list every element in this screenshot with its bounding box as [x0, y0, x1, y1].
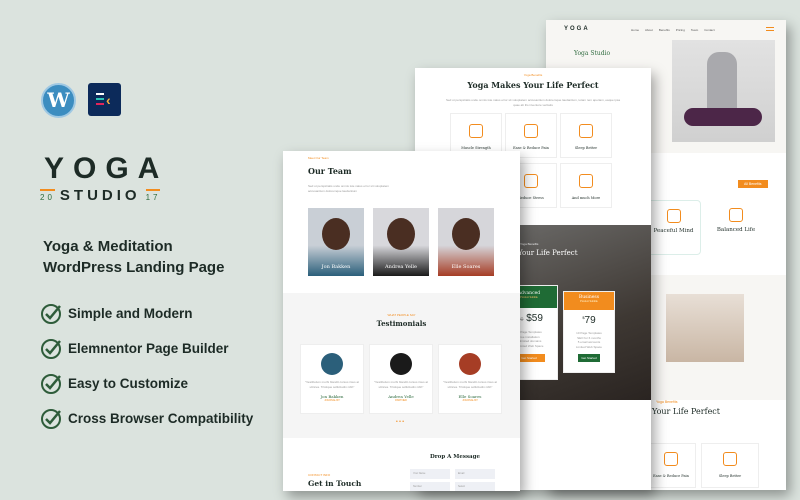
slider-dots[interactable]: • • •	[396, 419, 404, 425]
nav-item[interactable]: Team	[691, 28, 698, 32]
pricing-card-business: Business Product Subtitle $79 10 Page Tem…	[563, 291, 615, 373]
team-member-photo: Elle Soares	[438, 208, 494, 276]
check-icon	[41, 304, 61, 324]
elementor-icon: ‹	[88, 83, 121, 116]
number-input[interactable]: Number	[410, 482, 450, 491]
nav-item[interactable]: Contact	[704, 28, 714, 32]
team-member-photo: Andrea Yelle	[373, 208, 429, 276]
check-icon	[41, 339, 61, 359]
yoga-video-photo	[666, 294, 744, 362]
nav-item[interactable]: About	[645, 28, 653, 32]
testimonial-card: "Vestibulum morbi blandit cursus risus a…	[369, 344, 433, 414]
front-page-mockup: Meet Our Team Our Team Sed ut perspiciat…	[283, 151, 520, 491]
benefit-card: Balanced Life	[706, 208, 766, 233]
feature-item: Easy to Customize	[68, 376, 189, 391]
nav-item[interactable]: Pricing	[676, 28, 685, 32]
nav-item[interactable]: Home	[631, 28, 639, 32]
team-member-photo: Jon Bakken	[308, 208, 364, 276]
name-input[interactable]: Your Name	[410, 469, 450, 479]
benefit-item: Sleep Better	[701, 443, 759, 488]
menu-icon[interactable]	[766, 27, 774, 31]
yoga-icon	[579, 174, 593, 188]
nav-item[interactable]: Benefits	[659, 28, 670, 32]
all-benefits-button[interactable]: All Benefits	[738, 180, 768, 188]
wordpress-icon: W	[41, 83, 76, 118]
yoga-icon	[524, 174, 538, 188]
email-input[interactable]: Email	[455, 469, 495, 479]
yoga-icon	[579, 124, 593, 138]
hero-yoga-photo	[672, 40, 775, 142]
check-icon	[41, 374, 61, 394]
headline: Yoga & Meditation WordPress Landing Page	[43, 238, 225, 276]
avatar	[459, 353, 481, 375]
avatar	[321, 353, 343, 375]
yoga-icon	[469, 124, 483, 138]
pricing-section: Yoga Benefits Your Life Perfect Advanced…	[500, 225, 651, 400]
benefit-item: Sleep Better	[560, 113, 612, 158]
benefit-card: Peaceful Mind	[646, 200, 701, 255]
check-icon	[41, 409, 61, 429]
nav-menu: Home About Benefits Pricing Team Contact	[631, 28, 715, 32]
get-started-button[interactable]: Get Started	[578, 354, 600, 362]
select-input[interactable]: Select	[455, 482, 495, 491]
avatar	[390, 353, 412, 375]
testimonial-card: "Vestibulum morbi blandit cursus risus a…	[300, 344, 364, 414]
yoga-studio-logo: YOGA 20 STUDIO 17	[40, 152, 169, 204]
benefit-item: And much More	[560, 163, 612, 208]
yoga-icon	[524, 124, 538, 138]
testimonial-card: "Vestibulum morbi blandit cursus risus a…	[438, 344, 502, 414]
feature-item: Elemnentor Page Builder	[68, 341, 229, 356]
feature-item: Simple and Modern	[68, 306, 193, 321]
benefit-item: Ease & Reduce Pain	[646, 443, 696, 488]
feature-item: Cross Browser Compatibility	[68, 411, 254, 426]
